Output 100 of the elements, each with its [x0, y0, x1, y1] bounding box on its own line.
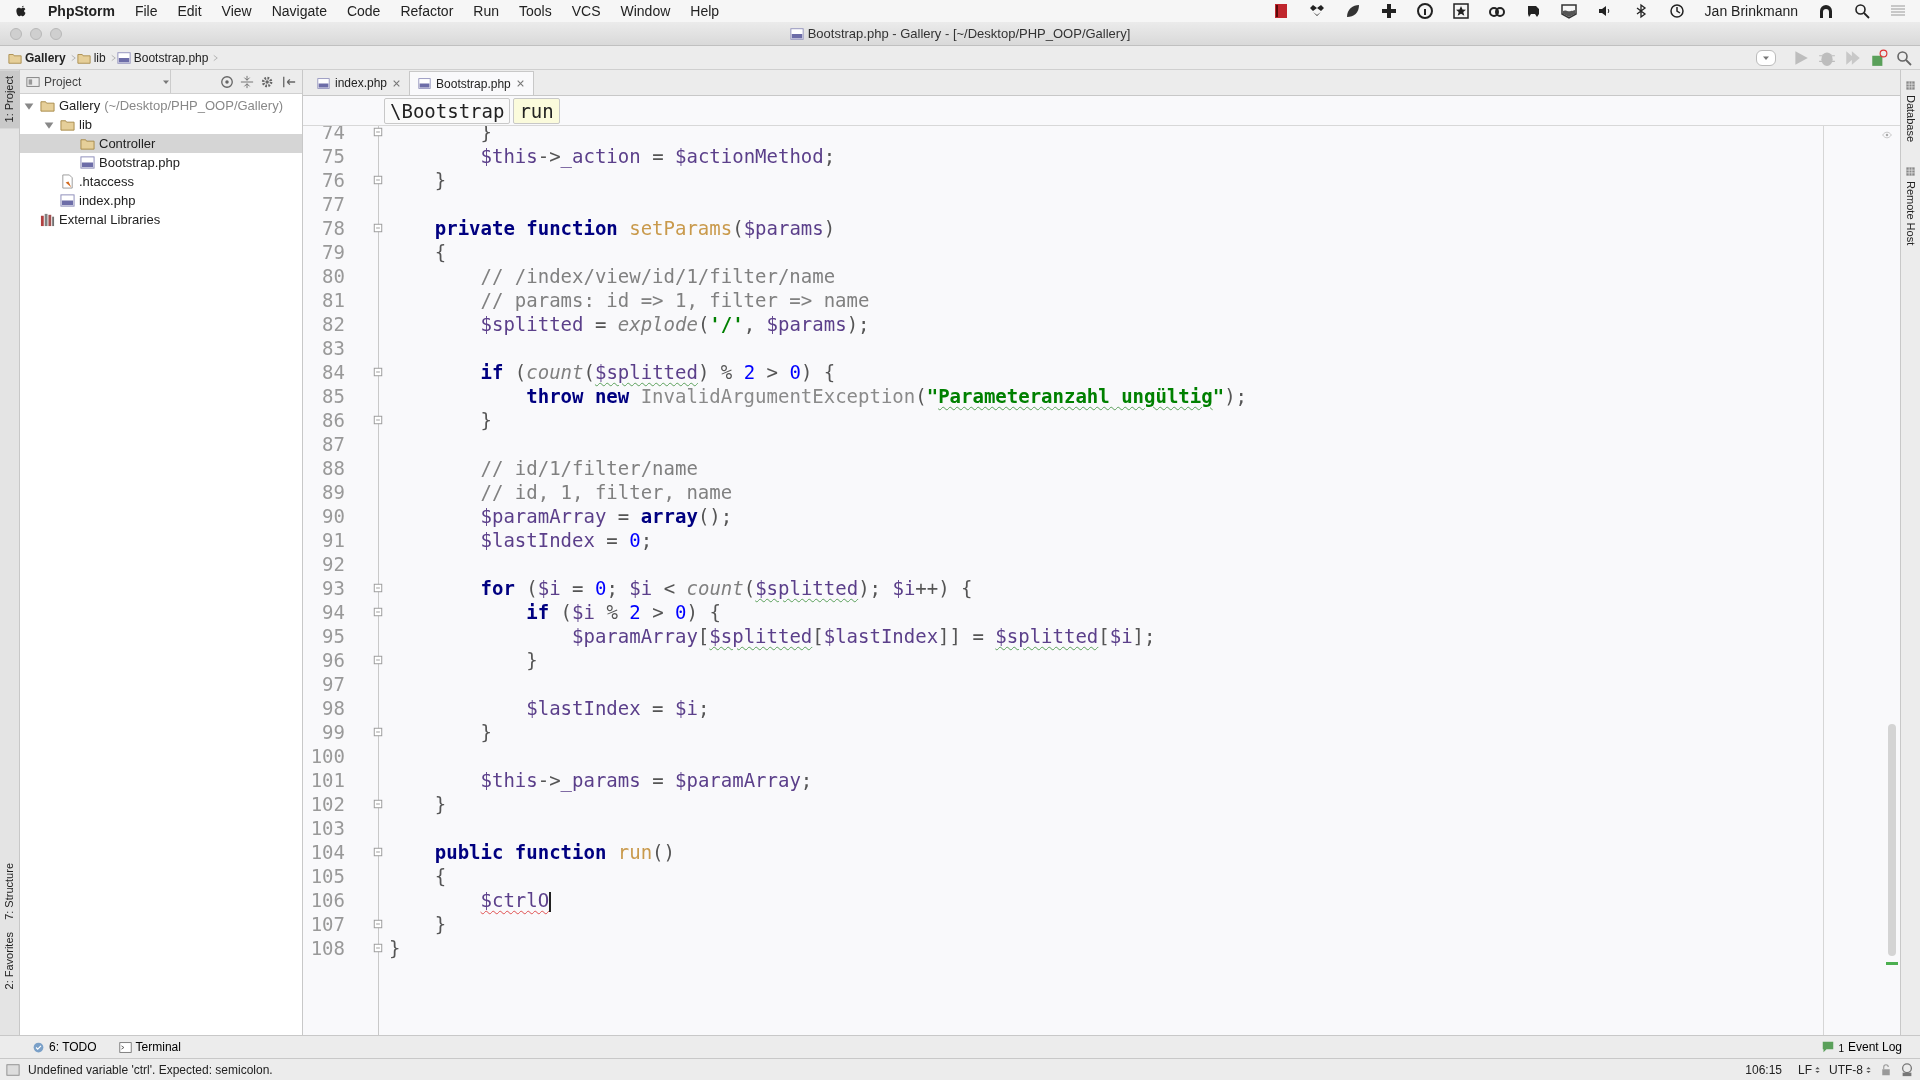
user-name[interactable]: Jan Brinkmann [1704, 0, 1798, 22]
line-number: 101 [309, 768, 345, 792]
breadcrumb-item[interactable]: Gallery [8, 48, 66, 67]
info-icon[interactable] [1416, 3, 1433, 19]
fold-icon[interactable] [373, 175, 383, 185]
leaf-icon[interactable] [1344, 3, 1361, 19]
menu-item[interactable]: Window [620, 0, 671, 22]
tree-item[interactable]: lib [20, 115, 302, 134]
code-line: // /index/view/id/1/filter/name [479, 264, 836, 288]
menu-icon[interactable] [1890, 3, 1906, 19]
tool-window-tab[interactable]: Remote Host [1901, 164, 1920, 248]
breadcrumb-item[interactable]: \Bootstrap [384, 97, 511, 124]
dropdown-button[interactable] [1756, 49, 1776, 66]
tree-item[interactable]: Bootstrap.php [20, 153, 302, 172]
php-file-icon [116, 50, 131, 65]
line-number: 90 [321, 504, 345, 528]
menu-item[interactable]: Edit [177, 0, 202, 22]
tree-item[interactable]: Controller [20, 134, 302, 153]
php-file-icon [80, 155, 95, 170]
fold-icon[interactable] [373, 607, 383, 617]
window-control-button[interactable] [10, 27, 22, 40]
menu-item[interactable]: Tools [519, 0, 552, 22]
tree-item[interactable]: .htaccess [20, 172, 302, 191]
fold-icon[interactable] [373, 367, 383, 377]
line-ending-selector[interactable]: LF [1798, 1060, 1821, 1079]
line-number: 75 [321, 144, 345, 168]
breadcrumb-item[interactable]: Bootstrap.php [116, 48, 209, 67]
tunnel-icon[interactable] [1818, 3, 1834, 19]
menu-item[interactable]: Code [346, 0, 381, 22]
fold-icon[interactable] [373, 583, 383, 593]
encoding-selector[interactable]: UTF-8 [1829, 1060, 1872, 1079]
star-icon[interactable] [1452, 3, 1469, 19]
breadcrumb-item[interactable]: run [513, 97, 560, 124]
window-control-button[interactable] [50, 27, 62, 40]
tool-window-tab[interactable]: Database [1901, 78, 1920, 145]
apple-icon[interactable] [14, 3, 28, 19]
fold-icon[interactable] [373, 799, 383, 809]
line-number: 104 [309, 840, 345, 864]
plus-icon[interactable] [1380, 3, 1397, 19]
php-file-icon [789, 26, 804, 41]
app-menu[interactable]: PhpStorm [48, 0, 115, 22]
code-line: { [433, 864, 447, 888]
line-number: 76 [321, 168, 345, 192]
tool-window-button[interactable]: Terminal [116, 1038, 183, 1056]
folder-icon [80, 136, 95, 151]
line-number: 80 [321, 264, 345, 288]
fold-icon[interactable] [373, 943, 383, 953]
code-line: } [433, 168, 447, 192]
tree-item[interactable]: External Libraries [20, 210, 302, 229]
film-icon[interactable] [1272, 3, 1289, 19]
close-icon[interactable] [515, 79, 525, 88]
breadcrumb-item[interactable]: lib [76, 48, 106, 67]
window-control-button[interactable] [30, 27, 42, 40]
fold-icon[interactable] [373, 223, 383, 233]
menu-item[interactable]: File [134, 0, 158, 22]
eye-icon[interactable] [1880, 130, 1894, 140]
tool-window-tab[interactable]: 1: Project [0, 70, 19, 129]
close-icon[interactable] [392, 78, 402, 88]
event-log-button[interactable]: 1 Event Log [1820, 1038, 1904, 1056]
menu-item[interactable]: Navigate [271, 0, 327, 22]
fold-icon[interactable] [373, 727, 383, 737]
tool-window-tab[interactable]: 2: Favorites [0, 925, 19, 995]
tree-item[interactable]: Gallery (~/Desktop/PHP_OOP/Gallery) [20, 96, 302, 115]
code-line: $splitted = explode('/', $params); [479, 312, 870, 336]
code-line: $paramArray[$splitted[$lastIndex]] = $splitted[$i]; [571, 624, 1156, 648]
menu-item[interactable]: VCS [571, 0, 601, 22]
code-line: $lastIndex = 0; [479, 528, 653, 552]
fold-icon[interactable] [373, 415, 383, 425]
editor-tab[interactable]: index.php [309, 71, 410, 95]
fold-icon[interactable] [373, 127, 383, 137]
code-line: throw new InvalidArgumentException("Parameteranzahl ungültig"); [525, 384, 1247, 408]
lock-icon[interactable] [1880, 1063, 1892, 1076]
scrollbar-thumb[interactable] [1888, 724, 1896, 956]
tool-window-button[interactable]: 6: TODO [30, 1038, 99, 1056]
target-icon[interactable] [220, 74, 234, 89]
line-number: 87 [321, 432, 345, 456]
editor-tab[interactable]: Bootstrap.php [409, 71, 534, 95]
cursor-position[interactable]: 106:15 [1745, 1060, 1782, 1079]
hide-panel-icon[interactable] [282, 74, 296, 89]
line-number: 98 [321, 696, 345, 720]
wave-icon[interactable] [1560, 3, 1577, 19]
fold-icon[interactable] [373, 919, 383, 929]
menu-item[interactable]: View [221, 0, 252, 22]
run-icon[interactable] [1792, 48, 1810, 67]
panel-toggle-icon[interactable] [6, 1062, 20, 1077]
tool-window-tab[interactable]: 7: Structure [0, 856, 19, 926]
window-title: Bootstrap.php - Gallery - [~/Desktop/PHP_OOP/Gallery] [807, 24, 1131, 43]
folder-icon [40, 98, 55, 113]
fold-icon[interactable] [373, 655, 383, 665]
search-icon[interactable] [1854, 3, 1870, 19]
fold-icon[interactable] [373, 847, 383, 857]
line-number: 85 [321, 384, 345, 408]
menu-item[interactable]: Refactor [400, 0, 454, 22]
collapse-icon[interactable] [240, 74, 254, 89]
menu-item[interactable]: Help [690, 0, 720, 22]
clock-icon[interactable] [1668, 3, 1685, 19]
line-number: 88 [321, 456, 345, 480]
menu-item[interactable]: Run [473, 0, 499, 22]
code-line: // params: id => 1, filter => name [479, 288, 870, 312]
tree-item[interactable]: index.php [20, 191, 302, 210]
